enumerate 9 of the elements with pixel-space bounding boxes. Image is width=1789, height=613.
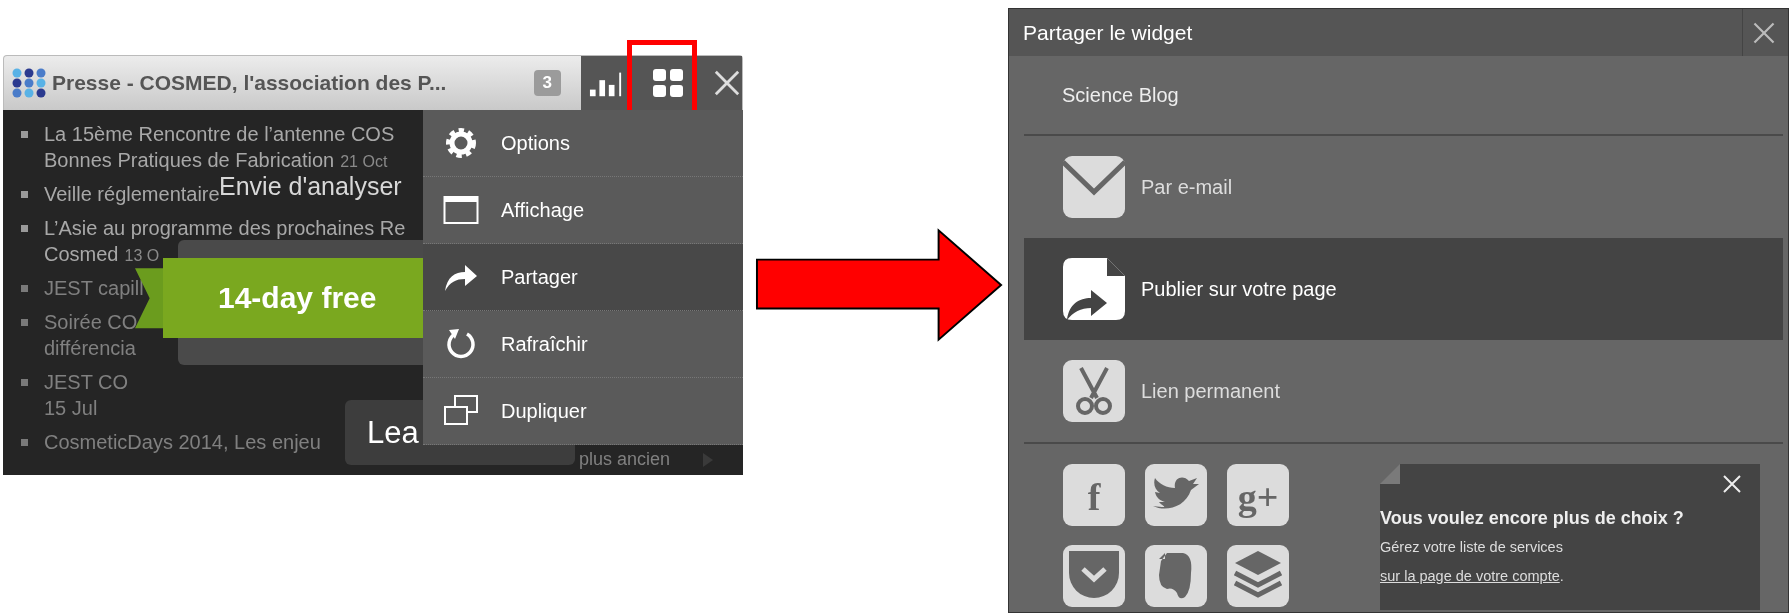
count-badge: 3 xyxy=(533,70,561,96)
tip-text: Gérez votre liste de services sur la page de votre compte. xyxy=(1380,538,1565,586)
panel-title: Partager le widget xyxy=(1022,20,1194,45)
promo-heading: Envie d'analyser xyxy=(219,172,402,201)
news-date: 13 O xyxy=(124,247,160,264)
news-date: 21 Oct xyxy=(340,153,388,170)
blog-name: Science Blog xyxy=(1062,83,1179,107)
tip-heading: Vous voulez encore plus de choix ? xyxy=(1380,508,1685,529)
widget-title: Presse - COSMED, l'association des P... xyxy=(52,71,448,95)
